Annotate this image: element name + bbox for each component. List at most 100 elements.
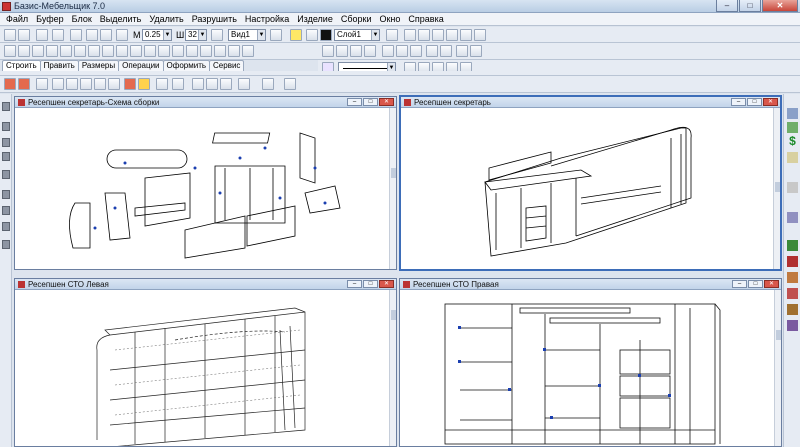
- panel-side-icon[interactable]: [2, 138, 10, 147]
- hatch-icon[interactable]: [200, 45, 212, 57]
- select-cross-icon[interactable]: [336, 45, 348, 57]
- angle-line-icon[interactable]: [88, 45, 100, 57]
- calculator-icon[interactable]: [470, 45, 482, 57]
- arc-icon[interactable]: [144, 45, 156, 57]
- select-arrow-icon[interactable]: [322, 45, 334, 57]
- window-cto-right[interactable]: Ресепшен СТО Правая – □ ✕: [399, 278, 782, 447]
- window-assembly-scheme[interactable]: Ресепшен секретарь-Схема сборки – □ ✕: [14, 96, 397, 270]
- scroll-thumb[interactable]: [775, 182, 780, 192]
- image-icon[interactable]: [440, 45, 452, 57]
- width-select[interactable]: 32 ▼: [185, 29, 207, 41]
- text-style-icon[interactable]: [396, 45, 408, 57]
- drawing-canvas[interactable]: [400, 290, 774, 446]
- menu-settings[interactable]: Настройка: [241, 13, 293, 25]
- vertical-scrollbar[interactable]: [773, 108, 780, 269]
- menu-select[interactable]: Выделить: [96, 13, 146, 25]
- minimize-button[interactable]: –: [716, 0, 738, 12]
- cutting-icon[interactable]: [787, 182, 798, 193]
- view-iso-icon[interactable]: [80, 78, 92, 90]
- layers-icon[interactable]: [386, 29, 398, 41]
- window-cto-left[interactable]: Ресепшен СТО Левая – □ ✕: [14, 278, 397, 447]
- menu-block[interactable]: Блок: [68, 13, 96, 25]
- window-close-button[interactable]: ✕: [379, 98, 394, 106]
- window-maximize-button[interactable]: □: [363, 98, 378, 106]
- zoom-in-icon[interactable]: [404, 29, 416, 41]
- print-icon[interactable]: [52, 29, 64, 41]
- menu-product[interactable]: Изделие: [293, 13, 337, 25]
- zoom-all-icon[interactable]: [446, 29, 458, 41]
- camera-icon[interactable]: [238, 78, 250, 90]
- tab-build[interactable]: Строить: [2, 60, 41, 71]
- close-button[interactable]: ✕: [762, 0, 798, 12]
- point-icon[interactable]: [4, 45, 16, 57]
- undo-icon[interactable]: [86, 29, 98, 41]
- view-right-icon[interactable]: [94, 78, 106, 90]
- menu-window[interactable]: Окно: [375, 13, 404, 25]
- window-minimize-button[interactable]: –: [347, 98, 362, 106]
- print-report-icon[interactable]: [787, 152, 798, 163]
- report-icon[interactable]: [787, 122, 798, 133]
- panel-tool-icon[interactable]: [2, 102, 10, 111]
- rotate-view-icon[interactable]: [156, 78, 168, 90]
- circle-icon[interactable]: [130, 45, 142, 57]
- shade-icon[interactable]: [138, 78, 150, 90]
- tab-dimensions[interactable]: Размеры: [77, 60, 120, 71]
- fly-icon[interactable]: [220, 78, 232, 90]
- model-icon[interactable]: [787, 108, 798, 119]
- cost-icon[interactable]: $: [787, 135, 798, 147]
- menu-file[interactable]: Файл: [2, 13, 32, 25]
- regenerate-icon[interactable]: [474, 29, 486, 41]
- drawing-icon[interactable]: [787, 304, 798, 315]
- drawing-canvas[interactable]: [401, 108, 773, 269]
- vertical-scrollbar[interactable]: [389, 108, 396, 269]
- text-icon[interactable]: [382, 45, 394, 57]
- chamfer-icon[interactable]: [228, 45, 240, 57]
- texture-icon[interactable]: [787, 272, 798, 283]
- 3d-box-front-icon[interactable]: [18, 78, 30, 90]
- view-back-icon[interactable]: [108, 78, 120, 90]
- vertical-scrollbar[interactable]: [774, 290, 781, 446]
- new-file-icon[interactable]: [4, 29, 16, 41]
- offset-icon[interactable]: [242, 45, 254, 57]
- line-thickness-select[interactable]: 0.25 ▼: [142, 29, 172, 41]
- spline-icon[interactable]: [186, 45, 198, 57]
- tab-edit[interactable]: Править: [39, 60, 79, 71]
- walk-icon[interactable]: [206, 78, 218, 90]
- panel-top-icon[interactable]: [2, 152, 10, 161]
- menu-help[interactable]: Справка: [404, 13, 447, 25]
- edit-icon[interactable]: [364, 45, 376, 57]
- menu-break[interactable]: Разрушить: [188, 13, 241, 25]
- hardware-icon[interactable]: [2, 222, 10, 231]
- scroll-thumb[interactable]: [776, 330, 781, 340]
- rectangle-icon[interactable]: [158, 45, 170, 57]
- tab-format[interactable]: Оформить: [162, 60, 211, 71]
- 3d-box-red-icon[interactable]: [4, 78, 16, 90]
- segment-icon[interactable]: [18, 45, 30, 57]
- color-fill-icon[interactable]: [456, 45, 468, 57]
- window-maximize-button[interactable]: □: [748, 280, 763, 288]
- vertical-scrollbar[interactable]: [389, 290, 396, 446]
- extrude-icon[interactable]: [2, 206, 10, 215]
- tab-operations[interactable]: Операции: [118, 60, 164, 71]
- drawing-canvas[interactable]: [15, 108, 389, 269]
- tangent-line-icon[interactable]: [102, 45, 114, 57]
- view-options-icon[interactable]: [270, 29, 282, 41]
- layer-visibility-icon[interactable]: [306, 29, 318, 41]
- window-secretary-3d[interactable]: Ресепшен секретарь – □ ✕: [399, 95, 782, 271]
- light-icon[interactable]: [262, 78, 274, 90]
- window-minimize-button[interactable]: –: [731, 98, 746, 106]
- drawing-canvas[interactable]: [15, 290, 389, 446]
- bisector-icon[interactable]: [116, 45, 128, 57]
- pan-icon[interactable]: [460, 29, 472, 41]
- zoom-window-icon[interactable]: [432, 29, 444, 41]
- window-minimize-button[interactable]: –: [732, 280, 747, 288]
- maximize-button[interactable]: □: [739, 0, 761, 12]
- menu-delete[interactable]: Удалить: [145, 13, 187, 25]
- green-tool-icon[interactable]: [787, 240, 798, 251]
- window-minimize-button[interactable]: –: [347, 280, 362, 288]
- bend-panel-icon[interactable]: [2, 170, 10, 179]
- save-icon[interactable]: [36, 29, 48, 41]
- window-maximize-button[interactable]: □: [363, 280, 378, 288]
- red-tool-icon[interactable]: [787, 256, 798, 267]
- snap-icon[interactable]: [211, 29, 223, 41]
